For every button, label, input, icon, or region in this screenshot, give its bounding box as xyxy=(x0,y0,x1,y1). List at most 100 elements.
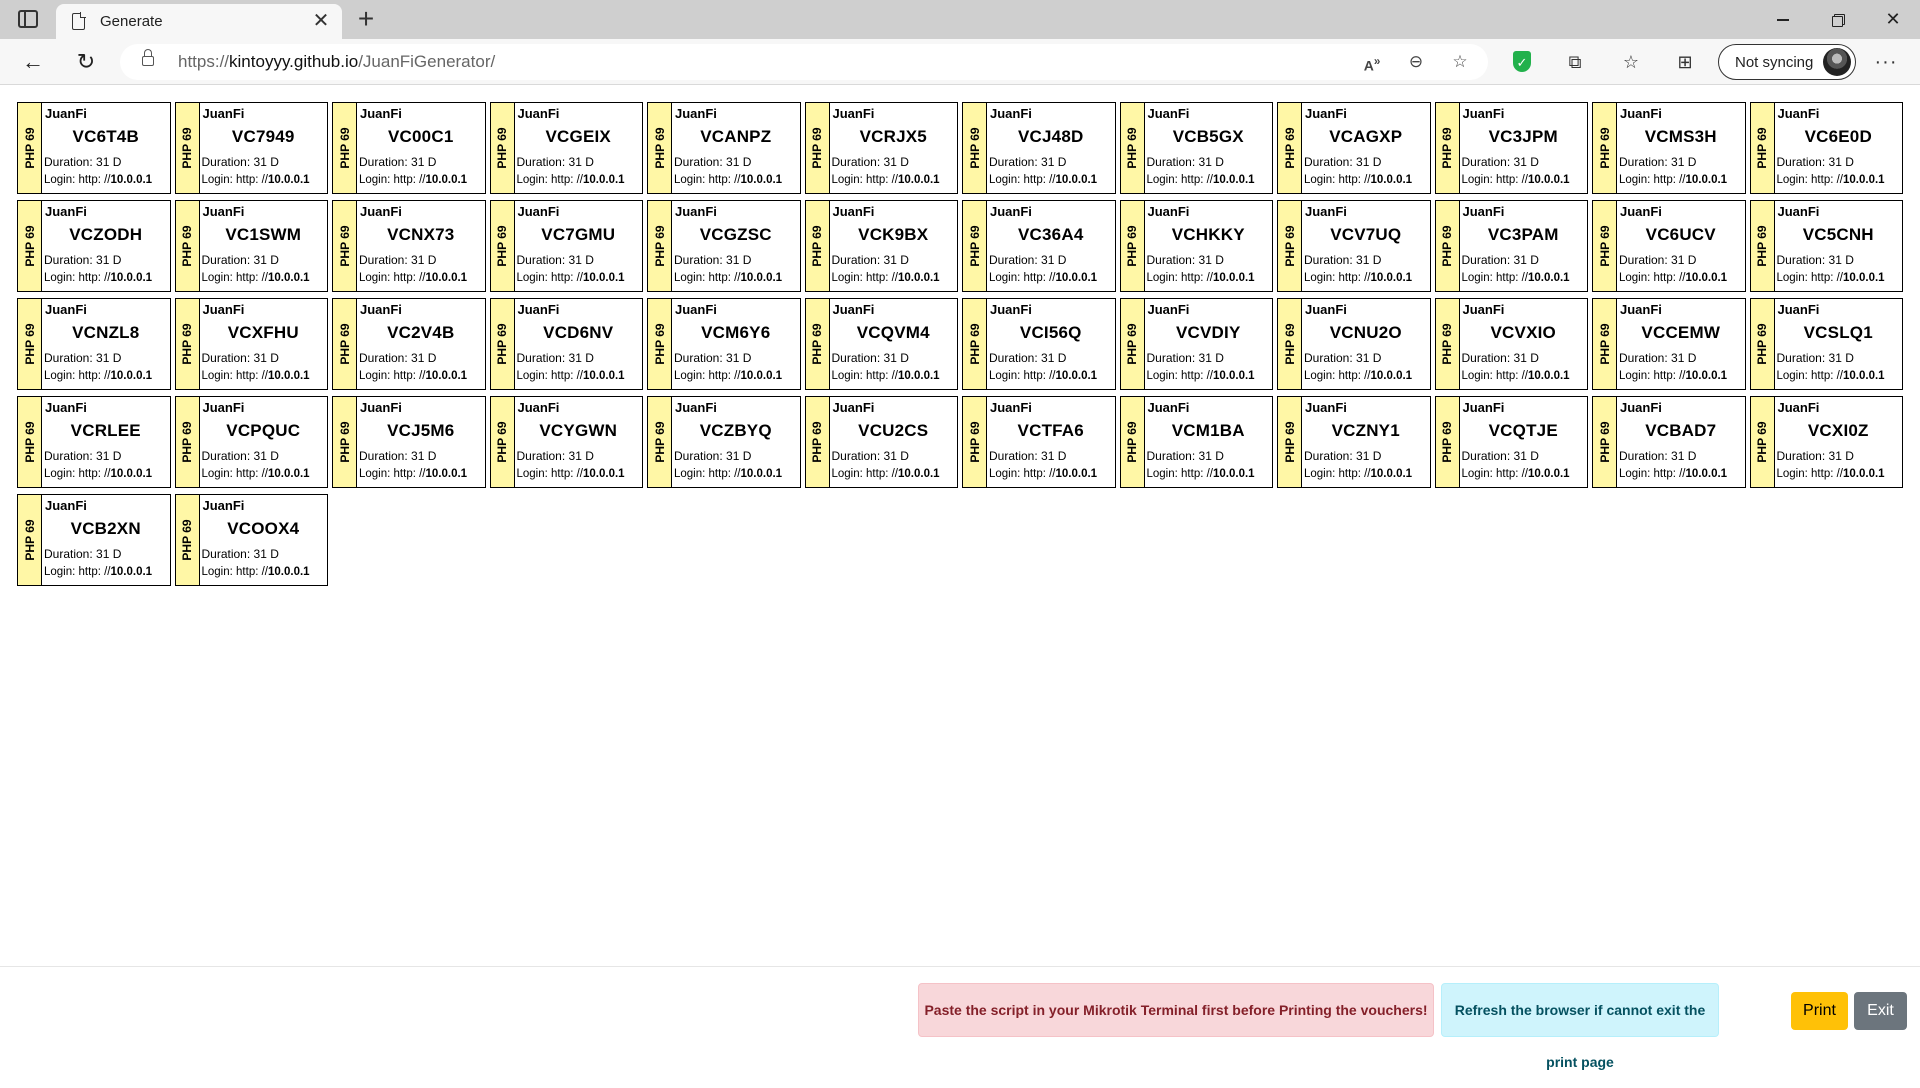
favorites-icon[interactable]: ☆ xyxy=(1618,49,1644,75)
exit-button[interactable]: Exit xyxy=(1854,992,1907,1030)
voucher-card: PHP 69 JuanFi VCPQUC Duration: 31 D Logi… xyxy=(174,396,328,488)
voucher-duration: Duration: 31 D xyxy=(1304,449,1382,463)
voucher-duration: Duration: 31 D xyxy=(1619,351,1697,365)
close-icon[interactable]: ✕ xyxy=(310,10,332,32)
voucher-code: VCOOX4 xyxy=(227,519,300,538)
voucher-code: VCJ5M6 xyxy=(387,421,455,440)
login-prefix: Login: http: // xyxy=(989,468,1056,480)
voucher-duration: Duration: 31 D xyxy=(1776,351,1854,365)
voucher-price: PHP 69 xyxy=(180,519,194,561)
voucher-price: PHP 69 xyxy=(967,225,982,267)
voucher-card: PHP 69 JuanFi VC7949 Duration: 31 D Logi… xyxy=(174,102,328,194)
voucher-brand: JuanFi xyxy=(202,204,245,219)
voucher-code: VC6UCV xyxy=(1645,225,1716,244)
zoom-out-icon[interactable]: ⊖ xyxy=(1404,50,1428,74)
voucher-code: VCJ48D xyxy=(1018,127,1084,146)
voucher-brand: JuanFi xyxy=(45,400,87,415)
browser-tab-generate[interactable]: Generate ✕ xyxy=(56,4,342,39)
voucher-code: VCV7UQ xyxy=(1330,225,1402,244)
login-prefix: Login: http: // xyxy=(1619,272,1686,284)
voucher-code: VCTFA6 xyxy=(1017,421,1084,440)
back-arrow-icon[interactable]: ← xyxy=(18,47,48,77)
login-prefix: Login: http: // xyxy=(1776,272,1844,284)
voucher-card: PHP 69 JuanFi VCQTJE Duration: 31 D Logi… xyxy=(1434,396,1588,488)
login-prefix: Login: http: // xyxy=(201,370,269,382)
voucher-brand: JuanFi xyxy=(990,106,1032,121)
login-prefix: Login: http: // xyxy=(44,566,111,578)
voucher-price: PHP 69 xyxy=(337,225,352,267)
profile-button[interactable]: Not syncing xyxy=(1718,44,1856,80)
voucher-price: PHP 69 xyxy=(1282,225,1297,267)
print-button[interactable]: Print xyxy=(1791,992,1848,1030)
lock-icon[interactable] xyxy=(142,49,154,66)
voucher-login: Login: http: //10.0.0.1 xyxy=(1304,272,1412,284)
voucher-price: PHP 69 xyxy=(652,127,667,169)
voucher-brand: JuanFi xyxy=(360,400,402,415)
login-prefix: Login: http: // xyxy=(201,468,269,480)
voucher-card: PHP 69 JuanFi VCTFA6 Duration: 31 D Logi… xyxy=(962,396,1116,488)
voucher-login: Login: http: //10.0.0.1 xyxy=(44,370,152,382)
voucher-login: Login: http: //10.0.0.1 xyxy=(832,174,940,186)
voucher-duration: Duration: 31 D xyxy=(1776,253,1854,267)
price-strip: PHP 69 xyxy=(1750,201,1775,291)
voucher-duration: Duration: 31 D xyxy=(44,253,122,267)
voucher-login: Login: http: //10.0.0.1 xyxy=(44,468,152,480)
voucher-price: PHP 69 xyxy=(1597,421,1612,463)
price-strip: PHP 69 xyxy=(333,103,357,193)
voucher-grid: PHP 69 JuanFi VC6T4B Duration: 31 D Logi… xyxy=(17,102,1905,586)
voucher-duration: Duration: 31 D xyxy=(674,351,752,365)
price-strip: PHP 69 xyxy=(18,495,42,585)
price-strip: PHP 69 xyxy=(1120,397,1145,487)
price-strip: PHP 69 xyxy=(175,201,200,291)
reload-icon[interactable]: ↻ xyxy=(71,47,101,77)
address-bar[interactable]: https://kintoyyy.github.io/JuanFiGenerat… xyxy=(120,44,1488,80)
shield-extension-icon[interactable] xyxy=(1509,49,1535,76)
plus-icon[interactable]: + xyxy=(352,4,380,34)
voucher-card: PHP 69 JuanFi VCANPZ Duration: 31 D Logi… xyxy=(647,102,801,194)
voucher-brand: JuanFi xyxy=(1462,204,1505,219)
voucher-card: PHP 69 JuanFi VCB2XN Duration: 31 D Logi… xyxy=(17,494,171,586)
price-strip: PHP 69 xyxy=(490,201,515,291)
maximize-icon[interactable] xyxy=(1815,5,1861,33)
voucher-code: VCZNY1 xyxy=(1331,421,1400,440)
window-close-icon[interactable]: ✕ xyxy=(1870,5,1916,33)
login-ip: 10.0.0.1 xyxy=(898,370,940,382)
voucher-price: PHP 69 xyxy=(22,519,37,561)
url-text[interactable]: https://kintoyyy.github.io/JuanFiGenerat… xyxy=(178,52,495,72)
login-prefix: Login: http: // xyxy=(1776,174,1844,186)
voucher-card: PHP 69 JuanFi VC6T4B Duration: 31 D Logi… xyxy=(17,102,171,194)
voucher-card: PHP 69 JuanFi VCI56Q Duration: 31 D Logi… xyxy=(962,298,1116,390)
voucher-card: PHP 69 JuanFi VCHKKY Duration: 31 D Logi… xyxy=(1119,200,1273,292)
add-favorite-icon[interactable]: ☆ xyxy=(1448,50,1472,74)
read-aloud-icon[interactable]: A» xyxy=(1360,50,1384,74)
price-strip: PHP 69 xyxy=(963,201,987,291)
price-strip: PHP 69 xyxy=(1278,397,1302,487)
voucher-price: PHP 69 xyxy=(337,127,352,169)
avatar xyxy=(1823,48,1851,76)
extensions-icon[interactable]: ⧉ xyxy=(1562,49,1588,75)
login-ip: 10.0.0.1 xyxy=(268,468,310,480)
sidebar-icon[interactable] xyxy=(18,10,38,28)
minimize-icon[interactable] xyxy=(1760,5,1806,33)
collections-icon[interactable]: ⊞ xyxy=(1672,49,1698,75)
login-prefix: Login: http: // xyxy=(44,174,111,186)
more-menu-icon[interactable]: ··· xyxy=(1873,49,1899,75)
voucher-code: VCNZL8 xyxy=(72,323,140,342)
footer-bar: Paste the script in your Mikrotik Termin… xyxy=(0,966,1920,1070)
voucher-brand: JuanFi xyxy=(45,498,87,513)
voucher-code: VCCEMW xyxy=(1641,323,1721,342)
voucher-price: PHP 69 xyxy=(652,225,667,267)
voucher-price: PHP 69 xyxy=(22,421,37,463)
voucher-code: VCB2XN xyxy=(70,519,141,538)
voucher-price: PHP 69 xyxy=(1755,421,1769,463)
login-prefix: Login: http: // xyxy=(44,370,111,382)
login-prefix: Login: http: // xyxy=(359,370,426,382)
voucher-duration: Duration: 31 D xyxy=(516,155,594,169)
voucher-brand: JuanFi xyxy=(1462,302,1505,317)
voucher-duration: Duration: 31 D xyxy=(1304,351,1382,365)
price-strip: PHP 69 xyxy=(805,299,830,389)
voucher-code: VCI56Q xyxy=(1019,323,1082,342)
login-prefix: Login: http: // xyxy=(831,174,899,186)
voucher-brand: JuanFi xyxy=(832,400,875,415)
info-alert: Refresh the browser if cannot exit the p… xyxy=(1441,983,1719,1070)
